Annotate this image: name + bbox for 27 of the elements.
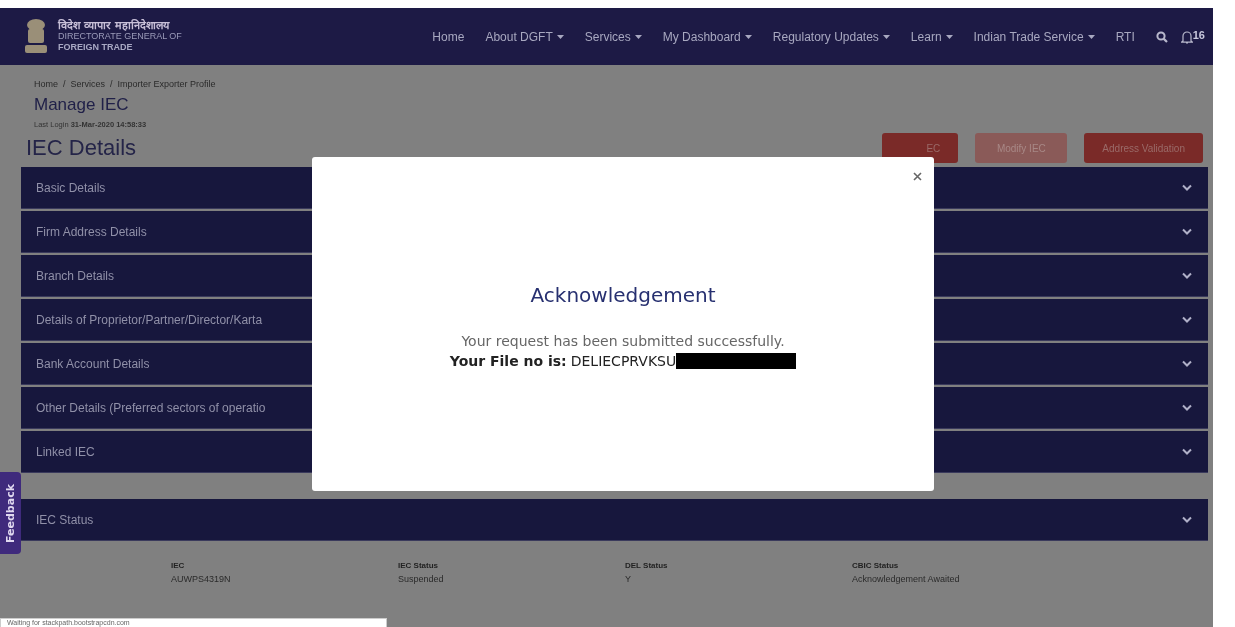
accordion-title: Basic Details xyxy=(36,180,106,195)
file-number-label: Your File no is: xyxy=(449,353,567,369)
table-cell-text: Acknowledgement Awaited xyxy=(852,574,961,584)
column-header: IEC xyxy=(171,561,186,570)
org-name-hindi: विदेश व्यापार महानिदेशालय xyxy=(58,20,171,31)
column-header: IEC Status xyxy=(398,561,439,570)
accordion-title: Details of Proprietor/Partner/Director/Karta xyxy=(36,312,263,327)
column-header: CBIC Status xyxy=(852,561,900,570)
org-name: FOREIGN TRADE xyxy=(58,42,134,53)
column-header: DEL Status xyxy=(625,561,669,570)
accordion-title: Bank Account Details xyxy=(36,356,150,371)
breadcrumb-separator: / xyxy=(110,79,113,89)
accordion-title: Branch Details xyxy=(36,268,115,283)
accordion-title: Other Details (Preferred sectors of operatio xyxy=(36,400,266,415)
modal-title: Acknowledgement xyxy=(530,283,716,307)
page-title: Manage IEC xyxy=(33,95,130,115)
file-number: DELIECPRVKSU xyxy=(570,353,677,369)
accordion-title: IEC Status xyxy=(36,512,94,527)
accordion-title: Linked IEC xyxy=(36,444,95,459)
table-cell-text: Suspended xyxy=(398,574,445,584)
accordion-title: Firm Address Details xyxy=(36,224,147,239)
org-name: DIRECTORATE GENERAL OF xyxy=(58,31,182,42)
notification-count: 16 xyxy=(1192,29,1205,40)
section-title: IEC Details xyxy=(25,135,137,161)
table-cell-text: Y xyxy=(625,574,632,584)
table-cell-text: AUWPS4319N xyxy=(171,574,232,584)
breadcrumb-separator: / xyxy=(63,79,66,89)
